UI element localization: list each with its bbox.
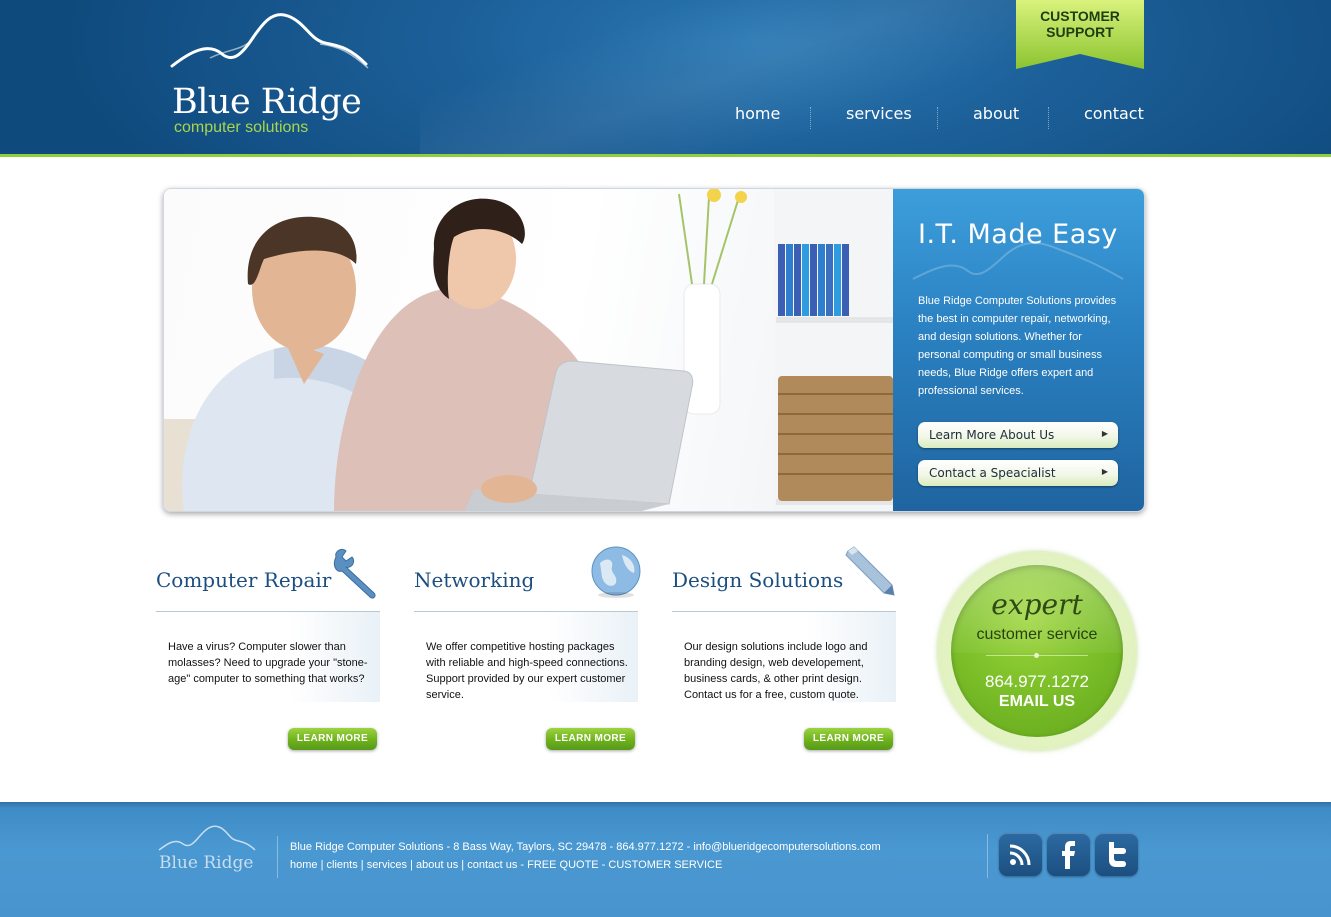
hero-description: Blue Ridge Computer Solutions provides t… <box>918 295 1117 397</box>
learn-more-button[interactable]: LEARN MORE <box>546 728 635 750</box>
footer-shadow <box>0 802 1331 808</box>
twitter-icon <box>1109 842 1126 867</box>
button-label: Contact a Speacialist <box>929 466 1056 480</box>
learn-more-button[interactable]: LEARN MORE <box>288 728 377 750</box>
header-accent-stripe <box>0 154 1331 157</box>
site-footer: Blue Ridge Blue Ridge Computer Solutions… <box>0 802 1331 917</box>
feature-description: We offer competitive hosting packages wi… <box>426 641 628 701</box>
feature-description: Our design solutions include logo and br… <box>684 641 868 701</box>
hero-info-panel: I.T. Made Easy Blue Ridge Computer Solut… <box>893 189 1144 511</box>
feature-description: Have a virus? Computer slower than molas… <box>168 641 368 685</box>
customer-support-tab[interactable]: CUSTOMER SUPPORT <box>1016 0 1144 70</box>
badge-customer-service-text: customer service <box>976 626 1098 643</box>
header-glow <box>420 0 1120 154</box>
wrench-icon <box>333 548 376 599</box>
button-label: Learn More About Us <box>929 428 1055 442</box>
arrow-right-icon: ▶ <box>1101 467 1108 476</box>
pencil-icon <box>845 546 895 596</box>
mountain-logo-icon <box>170 13 369 69</box>
hero-banner: I.T. Made Easy Blue Ridge Computer Solut… <box>163 188 1145 512</box>
feature-networking: Networking We offer competitive hosting … <box>414 545 641 755</box>
badge-phone-number[interactable]: 864.977.1272 <box>938 672 1136 692</box>
learn-more-button[interactable]: LEARN MORE <box>804 728 893 750</box>
expert-customer-service-badge[interactable]: expert customer service 864.977.1272 EMA… <box>938 552 1136 750</box>
rss-icon <box>1009 844 1031 866</box>
nav-divider <box>937 107 938 129</box>
contact-specialist-button[interactable]: Contact a Speacialist ▶ <box>918 460 1118 486</box>
site-header: Blue Ridge computer solutions CUSTOMER S… <box>0 0 1331 154</box>
globe-icon <box>591 546 641 598</box>
logo-name: Blue Ridge <box>172 82 362 122</box>
support-label: CUSTOMER SUPPORT <box>1040 8 1120 40</box>
arrow-right-icon: ▶ <box>1101 429 1108 438</box>
footer-divider <box>277 836 278 878</box>
nav-services[interactable]: services <box>846 104 912 123</box>
footer-logo-name: Blue Ridge <box>159 853 254 873</box>
feature-design-solutions: Design Solutions Our design solutions in… <box>672 545 896 755</box>
twitter-button[interactable] <box>1095 833 1138 876</box>
nav-divider <box>810 107 811 129</box>
nav-about[interactable]: about <box>973 104 1019 123</box>
badge-divider-dot <box>1034 653 1039 658</box>
footer-link-services[interactable]: services <box>367 859 407 871</box>
footer-address: Blue Ridge Computer Solutions - 8 Bass W… <box>290 841 881 853</box>
facebook-icon <box>1062 841 1075 869</box>
site-logo[interactable]: Blue Ridge computer solutions <box>170 8 370 138</box>
learn-more-about-us-button[interactable]: Learn More About Us ▶ <box>918 422 1118 448</box>
feature-computer-repair: Computer Repair Have a virus? Computer s… <box>156 545 380 755</box>
hero-photo-illustration <box>164 189 893 511</box>
footer-links: home | clients | services | about us | c… <box>290 859 722 871</box>
footer-logo[interactable]: Blue Ridge <box>157 822 257 882</box>
nav-contact[interactable]: contact <box>1084 104 1144 123</box>
feature-title: Computer Repair <box>156 568 332 592</box>
hero-title: I.T. Made Easy <box>918 219 1118 250</box>
footer-link-about[interactable]: about us <box>416 859 458 871</box>
footer-link-home[interactable]: home <box>290 859 318 871</box>
facebook-button[interactable] <box>1047 833 1090 876</box>
nav-divider <box>1048 107 1049 129</box>
footer-link-clients[interactable]: clients <box>327 859 358 871</box>
rss-button[interactable] <box>999 833 1042 876</box>
badge-expert-text: expert <box>991 588 1083 621</box>
footer-divider <box>987 834 988 878</box>
nav-home[interactable]: home <box>735 104 780 123</box>
feature-title: Networking <box>414 568 535 592</box>
footer-mountain-icon <box>158 825 256 851</box>
hero-photo <box>164 189 893 511</box>
feature-title: Design Solutions <box>672 568 844 592</box>
footer-link-contact[interactable]: contact us - FREE QUOTE - CUSTOMER SERVI… <box>467 859 722 871</box>
email-us-link[interactable]: EMAIL US <box>938 693 1136 711</box>
logo-tagline: computer solutions <box>174 119 309 136</box>
